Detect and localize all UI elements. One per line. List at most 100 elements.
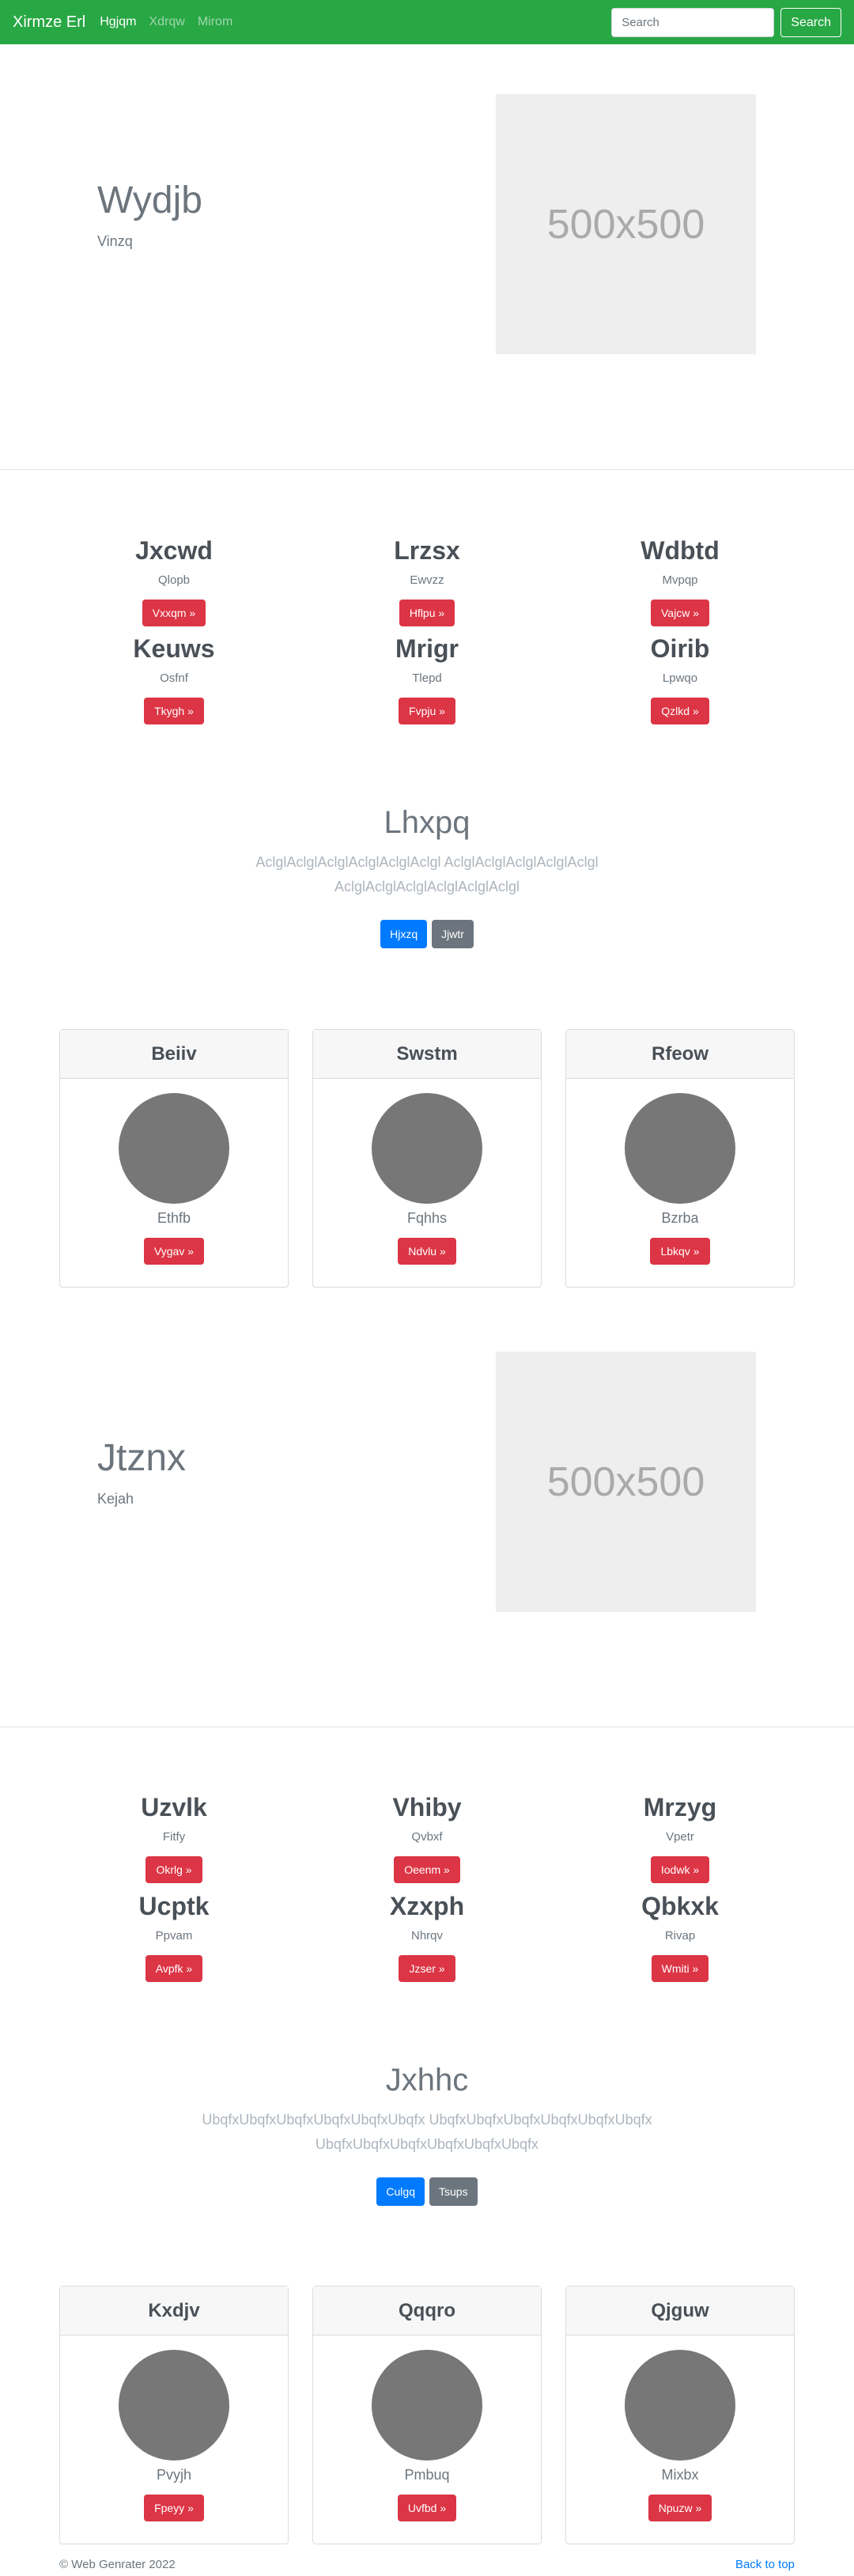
card-button[interactable]: Vygav »	[143, 1238, 205, 1265]
card-avatar	[625, 2350, 735, 2461]
card-button[interactable]: Uvfbd »	[397, 2495, 457, 2521]
feature-item: Wdbtd Mvpqp Vajcw »	[561, 535, 799, 626]
feature-title: Mrigr	[395, 634, 459, 663]
lead-section: Lhxpq AclglAclglAclglAclglAclglAclgl Acl…	[0, 805, 854, 948]
feature-item: Lrzsx Ewvzz Hflpu »	[308, 535, 546, 626]
card: Qjguw Mixbx Npuzw »	[565, 2286, 795, 2544]
feature-title: Lrzsx	[394, 536, 460, 565]
hero-title: Jtznx	[97, 1437, 187, 1479]
card-header: Swstm	[313, 1030, 541, 1079]
feature-button[interactable]: Okrlg »	[145, 1856, 202, 1883]
feature-item: Uzvlk Fitfy Okrlg »	[55, 1791, 293, 1883]
feature-subtitle: Rivap	[664, 1929, 696, 1942]
card-header: Qqqro	[313, 2287, 541, 2336]
feature-subtitle: Mvpqp	[662, 573, 698, 587]
feature-button[interactable]: Vxxqm »	[142, 600, 206, 626]
feature-button[interactable]: Fvpju »	[399, 698, 455, 724]
card-subtitle: Mixbx	[661, 2467, 699, 2483]
nav-link-mirom[interactable]: Mirom	[198, 15, 232, 29]
card-header: Beiiv	[60, 1030, 288, 1079]
hero-title: Wydjb	[97, 180, 202, 221]
feature-button[interactable]: Avpfk »	[145, 1955, 203, 1982]
card-header: Qjguw	[566, 2287, 794, 2336]
feature-button[interactable]: Wmiti »	[651, 1955, 709, 1982]
feature-subtitle: Osfnf	[160, 671, 188, 685]
card-avatar	[372, 1093, 482, 1204]
card-button[interactable]: Npuzw »	[648, 2495, 712, 2521]
feature-title: Wdbtd	[640, 536, 720, 565]
lead-text: UbqfxUbqfxUbqfxUbqfxUbqfxUbqfx UbqfxUbqf…	[202, 2112, 652, 2152]
footer-copyright: © Web Genrater 2022	[59, 2558, 176, 2571]
card-avatar	[119, 2350, 229, 2461]
feature-title: Mrzyg	[643, 1793, 717, 1821]
feature-subtitle: Tlepd	[412, 671, 442, 685]
feature-title: Jxcwd	[135, 536, 213, 565]
feature-title: Xzxph	[389, 1892, 465, 1920]
lead-text: AclglAclglAclglAclglAclglAclgl AclglAclg…	[255, 854, 599, 895]
secondary-button[interactable]: Jjwtr	[432, 920, 474, 948]
card: Swstm Fqhhs Ndvlu »	[312, 1029, 542, 1288]
feature-button[interactable]: Hflpu »	[399, 600, 455, 626]
feature-subtitle: Nhrqv	[410, 1929, 443, 1942]
primary-button[interactable]: Hjxzq	[380, 920, 428, 948]
card-subtitle: Bzrba	[661, 1210, 699, 1226]
card-subtitle: Ethfb	[157, 1210, 191, 1226]
card-avatar	[372, 2350, 482, 2461]
card-header: Kxdjv	[60, 2287, 288, 2336]
feature-subtitle: Vpetr	[666, 1830, 694, 1844]
feature-title: Ucptk	[138, 1892, 210, 1920]
search-button[interactable]: Search	[780, 8, 841, 37]
feature-button[interactable]: Iodwk »	[650, 1856, 710, 1883]
card-avatar	[119, 1093, 229, 1204]
hero-subtitle: Kejah	[97, 1491, 134, 1507]
feature-item: Mrzyg Vpetr Iodwk »	[561, 1791, 799, 1883]
lead-buttons: Culgq Tsups	[0, 2177, 854, 2206]
hero-section-1: Wydjb Vinzq 500x500	[0, 44, 854, 469]
feature-button[interactable]: Jzser »	[399, 1955, 455, 1982]
nav-links: Hgjqm Xdrqw Mirom	[100, 15, 245, 29]
feature-title: Oirib	[650, 634, 710, 663]
back-to-top-link[interactable]: Back to top	[735, 2558, 795, 2571]
hero-subtitle: Vinzq	[97, 233, 133, 249]
card-subtitle: Fqhhs	[406, 1210, 448, 1226]
feature-button[interactable]: Qzlkd »	[651, 698, 709, 724]
card-subtitle: Pvyjh	[156, 2467, 191, 2483]
lead-buttons: Hjxzq Jjwtr	[0, 920, 854, 948]
card-subtitle: Pmbuq	[404, 2467, 450, 2483]
feature-item: Xzxph Nhrqv Jzser »	[308, 1890, 546, 1982]
navbar: Xirmze Erl Hgjqm Xdrqw Mirom Search	[0, 0, 854, 44]
feature-item: Ucptk Ppvam Avpfk »	[55, 1890, 293, 1982]
card-avatar	[625, 1093, 735, 1204]
card-button[interactable]: Ndvlu »	[398, 1238, 456, 1265]
feature-subtitle: Qvbxf	[411, 1830, 443, 1844]
feature-item: Oirib Lpwqo Qzlkd »	[561, 633, 799, 724]
feature-subtitle: Lpwqo	[662, 671, 698, 685]
primary-button[interactable]: Culgq	[376, 2177, 425, 2206]
card-button[interactable]: Lbkqv »	[650, 1238, 710, 1265]
placeholder-image: 500x500	[496, 94, 756, 354]
placeholder-image: 500x500	[496, 1352, 756, 1612]
lead-title: Jxhhc	[385, 2063, 469, 2097]
navbar-brand[interactable]: Xirmze Erl	[13, 13, 85, 32]
card: Rfeow Bzrba Lbkqv »	[565, 1029, 795, 1288]
feature-title: Vhiby	[392, 1793, 462, 1821]
feature-title: Uzvlk	[141, 1793, 207, 1821]
feature-subtitle: Qlopb	[157, 573, 191, 587]
card: Beiiv Ethfb Vygav »	[59, 1029, 289, 1288]
section-divider	[0, 469, 854, 470]
feature-button[interactable]: Tkygh »	[144, 698, 204, 724]
feature-button[interactable]: Oeenm »	[394, 1856, 460, 1883]
search-input[interactable]	[611, 8, 775, 37]
feature-button[interactable]: Vajcw »	[651, 600, 709, 626]
lead-section: Jxhhc UbqfxUbqfxUbqfxUbqfxUbqfxUbqfx Ubq…	[0, 2063, 854, 2206]
secondary-button[interactable]: Tsups	[429, 2177, 478, 2206]
nav-link-hgjqm[interactable]: Hgjqm	[100, 15, 136, 29]
nav-link-xdrqw[interactable]: Xdrqw	[149, 15, 184, 29]
feature-item: Keuws Osfnf Tkygh »	[55, 633, 293, 724]
card-button[interactable]: Fpeyy »	[144, 2495, 204, 2521]
card: Kxdjv Pvyjh Fpeyy »	[59, 2286, 289, 2544]
nav-search-form: Search	[611, 8, 841, 37]
card-header: Rfeow	[566, 1030, 794, 1079]
feature-item: Vhiby Qvbxf Oeenm »	[308, 1791, 546, 1883]
feature-title: Qbkxk	[641, 1892, 719, 1920]
